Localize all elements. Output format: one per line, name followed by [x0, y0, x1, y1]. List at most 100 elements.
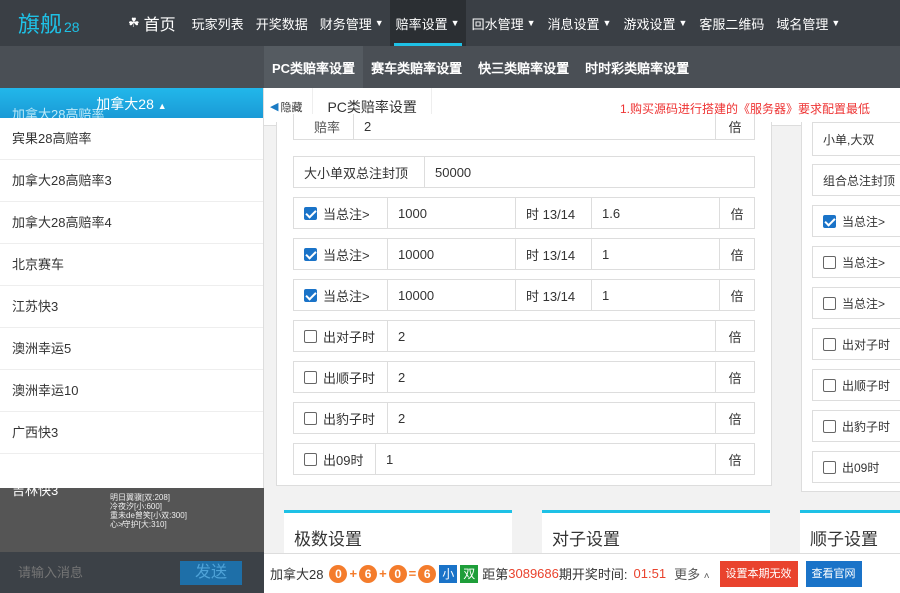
hide-sidebar-button[interactable]: ◀ 隐藏 — [264, 99, 302, 115]
sidebar-item[interactable]: 澳洲幸运5 — [0, 328, 263, 370]
chat-line: 心≯守护[大:310] — [110, 520, 167, 529]
right-row[interactable]: 当总注> — [812, 205, 900, 237]
checkbox-checked-icon — [823, 214, 836, 228]
nav-qrcode[interactable]: 客服二维码 — [693, 0, 770, 46]
logo: 旗舰 28 — [0, 7, 118, 39]
cap-label: 大小单双总注封顶 — [294, 157, 425, 187]
logo-text: 旗舰 — [18, 12, 63, 37]
nav-players[interactable]: 玩家列表 — [186, 0, 250, 46]
unit-label: 倍 — [728, 329, 742, 345]
nav-label: 首页 — [143, 17, 176, 34]
special-input[interactable]: 2 — [388, 362, 716, 392]
right-row[interactable]: 出顺子时 — [812, 369, 900, 401]
time-label: 时 13/14 — [516, 280, 592, 310]
sidebar-item[interactable]: 江苏快3 — [0, 286, 263, 328]
nav-home[interactable]: ☘ 首页 — [118, 0, 186, 46]
collapse-left-icon: ◀ — [270, 101, 279, 113]
subtab-ssc[interactable]: 时时彩类赔率设置 — [577, 46, 697, 88]
chat-feed: 吉林快3 明日翼骥[双:208] 冷夜汐[小:600] 重未de曾笑[小双:30… — [0, 488, 264, 552]
amount-input[interactable]: 10000 — [388, 239, 516, 269]
time-label: 时 13/14 — [516, 239, 592, 269]
right-row[interactable]: 小单,大双 — [812, 122, 900, 156]
cap-input[interactable]: 50000 — [425, 157, 754, 187]
checkbox-unchecked-icon — [823, 419, 836, 433]
right-row-label: 出09时 — [842, 460, 880, 475]
special-checkbox[interactable]: 出09时 — [294, 444, 376, 474]
special-input[interactable]: 2 — [388, 321, 716, 351]
special-label: 出顺子时 — [323, 370, 376, 386]
caret-down-icon: ▼ — [602, 18, 612, 28]
special-checkbox[interactable]: 出对子时 — [294, 321, 388, 351]
special-checkbox[interactable]: 出豹子时 — [294, 403, 388, 433]
caret-down-icon: ▼ — [374, 18, 384, 28]
checkbox-unchecked-icon — [304, 452, 317, 466]
nav-rebate[interactable]: 回水管理 ▼ — [466, 0, 542, 46]
right-row[interactable]: 当总注> — [812, 287, 900, 319]
nav-label: 消息设置 — [547, 16, 600, 32]
unit-label: 倍 — [728, 411, 742, 427]
send-button[interactable]: 发送 — [180, 561, 242, 585]
right-row[interactable]: 出09时 — [812, 451, 900, 483]
sidebar-item[interactable]: 澳洲幸运10 — [0, 370, 263, 412]
amount-input[interactable]: 1000 — [388, 198, 516, 228]
sidebar-item[interactable]: 广西快3 — [0, 412, 263, 454]
hide-label: 隐藏 — [280, 101, 303, 114]
nav-draw-data[interactable]: 开奖数据 — [250, 0, 314, 46]
chat-input[interactable] — [0, 565, 170, 580]
caret-down-icon: ▼ — [678, 18, 688, 28]
right-row[interactable]: 当总注> — [812, 246, 900, 278]
special-row: 出对子时 2 倍 — [293, 320, 755, 352]
odds-input[interactable]: 1 — [592, 280, 720, 310]
right-row[interactable]: 组合总注封顶 — [812, 164, 900, 196]
odds-input[interactable]: 2 — [354, 114, 716, 139]
sidebar-item[interactable]: 北京赛车 — [0, 244, 263, 286]
card-pair: 对子设置 — [542, 510, 770, 553]
right-row-label: 组合总注封顶 — [823, 173, 896, 188]
amount-input[interactable]: 10000 — [388, 280, 516, 310]
special-row: 出顺子时 2 倍 — [293, 361, 755, 393]
sidebar-item[interactable]: 加拿大28高赔率4 — [0, 202, 263, 244]
nav-game-settings[interactable]: 游戏设置 ▼ — [617, 0, 693, 46]
card-straight: 顺子设置 — [800, 510, 900, 553]
sidebar-header[interactable]: 加拿大28高赔率 加拿大28 ▲ — [0, 88, 263, 118]
nav-label: 玩家列表 — [191, 16, 244, 32]
more-button[interactable]: 更多 ˄ — [674, 564, 709, 583]
result-ball: 6 — [418, 564, 437, 583]
total-checkbox[interactable]: 当总注> — [294, 280, 388, 310]
right-row[interactable]: 出对子时 — [812, 328, 900, 360]
checkbox-unchecked-icon — [823, 378, 836, 392]
unit-label: 倍 — [728, 120, 742, 135]
sidebar-item[interactable]: 宾果28高赔率 — [0, 118, 263, 160]
operator: + — [379, 566, 387, 581]
right-row[interactable]: 出豹子时 — [812, 410, 900, 442]
checkbox-unchecked-icon — [304, 411, 317, 425]
unit-label: 倍 — [728, 370, 742, 386]
subtab-k3[interactable]: 快三类赔率设置 — [470, 46, 577, 88]
special-input[interactable]: 2 — [388, 403, 716, 433]
special-input[interactable]: 1 — [376, 444, 716, 474]
parity-badge: 双 — [460, 564, 479, 583]
nav-domain[interactable]: 域名管理 ▼ — [770, 0, 846, 46]
odds-input[interactable]: 1 — [592, 239, 720, 269]
nav-odds[interactable]: 赔率设置 ▼ — [389, 0, 466, 46]
chat-line: 重未de曾笑[小双:300] — [110, 511, 187, 520]
result-ball: 0 — [329, 564, 348, 583]
right-row-label: 小单,大双 — [823, 132, 875, 147]
subtab-pc[interactable]: PC类赔率设置 — [264, 46, 364, 88]
invalidate-period-button[interactable]: 设置本期无效 — [719, 560, 798, 587]
card-title: 对子设置 — [552, 530, 620, 549]
view-official-button[interactable]: 查看官网 — [805, 560, 862, 587]
sidebar-item[interactable]: 加拿大28高赔率3 — [0, 160, 263, 202]
main-content: ◀ 隐藏 PC类赔率设置 1.购买源码进行搭建的《服务器》要求配置最低 赔率 2 … — [264, 88, 900, 553]
odds-input[interactable]: 1.6 — [592, 198, 720, 228]
right-odds-panel: 小单,大双 组合总注封顶 当总注> 当总注> 当总注> 出对子时 出顺子时 出豹… — [801, 122, 900, 492]
countdown: 01:51 — [633, 566, 667, 581]
nav-label: 游戏设置 — [623, 16, 676, 32]
total-checkbox[interactable]: 当总注> — [294, 239, 388, 269]
special-checkbox[interactable]: 出顺子时 — [294, 362, 388, 392]
nav-messages[interactable]: 消息设置 ▼ — [542, 0, 618, 46]
right-row-label: 出豹子时 — [842, 419, 891, 434]
total-checkbox[interactable]: 当总注> — [294, 198, 388, 228]
nav-finance[interactable]: 财务管理 ▼ — [314, 0, 390, 46]
subtab-racing[interactable]: 赛车类赔率设置 — [363, 46, 470, 88]
